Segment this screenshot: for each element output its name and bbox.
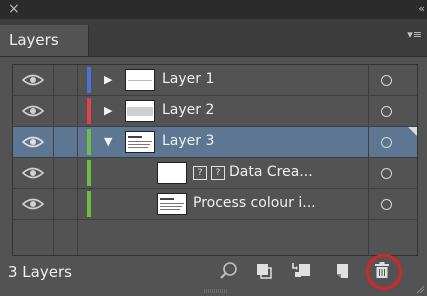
layer-color-swatch	[87, 67, 91, 93]
layer-row-layer-1[interactable]: ▶ Layer 1	[13, 65, 417, 96]
panel-menu-icon[interactable]: ▾≡	[407, 28, 422, 41]
missing-glyph-icon: ?	[193, 166, 207, 180]
make-clipping-mask-icon[interactable]	[253, 260, 275, 282]
layer-row-data-crea[interactable]: ?? Data Crea...	[13, 158, 417, 189]
layer-thumbnail	[125, 69, 155, 91]
layer-count: 3 Layers	[8, 263, 72, 281]
visibility-eye-icon[interactable]	[22, 104, 44, 118]
panel-tab-bar: Layers ▾≡	[0, 19, 427, 57]
tab-layers[interactable]: Layers	[0, 25, 89, 56]
create-sublayer-icon[interactable]	[290, 260, 312, 282]
visibility-eye-icon[interactable]	[22, 166, 44, 180]
target-circle-icon[interactable]	[381, 75, 392, 86]
layer-color-swatch	[87, 160, 91, 186]
layer-row-layer-3[interactable]: ▼ Layer 3	[13, 127, 417, 158]
visibility-eye-icon[interactable]	[22, 135, 44, 149]
sublayer-thumbnail	[157, 193, 187, 215]
selected-art-indicator	[408, 127, 417, 136]
expand-arrow-icon[interactable]: ▶	[104, 73, 112, 87]
layer-name[interactable]: Layer 1	[162, 71, 214, 87]
target-circle-icon[interactable]	[381, 168, 392, 179]
create-new-layer-icon[interactable]	[331, 260, 353, 282]
visibility-eye-icon[interactable]	[22, 197, 44, 211]
close-panel-icon[interactable]: ×	[8, 1, 20, 17]
corner-resize-handle[interactable]	[415, 284, 425, 294]
tab-layers-label: Layers	[9, 31, 59, 49]
locate-object-icon[interactable]	[218, 260, 240, 282]
collapse-panel-icon[interactable]: ‹‹	[418, 2, 425, 16]
missing-glyph-icon: ?	[211, 166, 225, 180]
layer-name[interactable]: Layer 3	[162, 133, 214, 149]
target-circle-icon[interactable]	[381, 199, 392, 210]
layers-list: ▶ Layer 1 ▶ Layer 2 ▼ Layer 3 ? ? Data C…	[12, 64, 418, 256]
panel-footer: 3 Layers	[0, 254, 427, 296]
empty-list-area	[13, 220, 417, 255]
sublayer-name[interactable]: Process colour i...	[193, 195, 316, 211]
target-circle-icon[interactable]	[381, 137, 392, 148]
layer-color-swatch	[87, 98, 91, 124]
panel-title-bar: × ‹‹	[0, 0, 427, 19]
panel-resize-grip[interactable]	[204, 289, 228, 293]
collapse-arrow-icon[interactable]: ▼	[104, 135, 112, 149]
layer-color-swatch	[87, 191, 91, 217]
delete-selection-icon[interactable]	[371, 259, 393, 281]
layer-row-process-colour[interactable]: Process colour i...	[13, 189, 417, 220]
expand-arrow-icon[interactable]: ▶	[104, 104, 112, 118]
layer-row-layer-2[interactable]: ▶ Layer 2	[13, 96, 417, 127]
sublayer-name[interactable]: ?? Data Crea...	[193, 164, 313, 180]
layer-name[interactable]: Layer 2	[162, 102, 214, 118]
visibility-eye-icon[interactable]	[22, 73, 44, 87]
sublayer-thumbnail	[157, 162, 187, 184]
layer-thumbnail	[125, 131, 155, 153]
layer-color-swatch	[87, 129, 91, 155]
target-circle-icon[interactable]	[381, 106, 392, 117]
layer-thumbnail	[125, 100, 155, 122]
